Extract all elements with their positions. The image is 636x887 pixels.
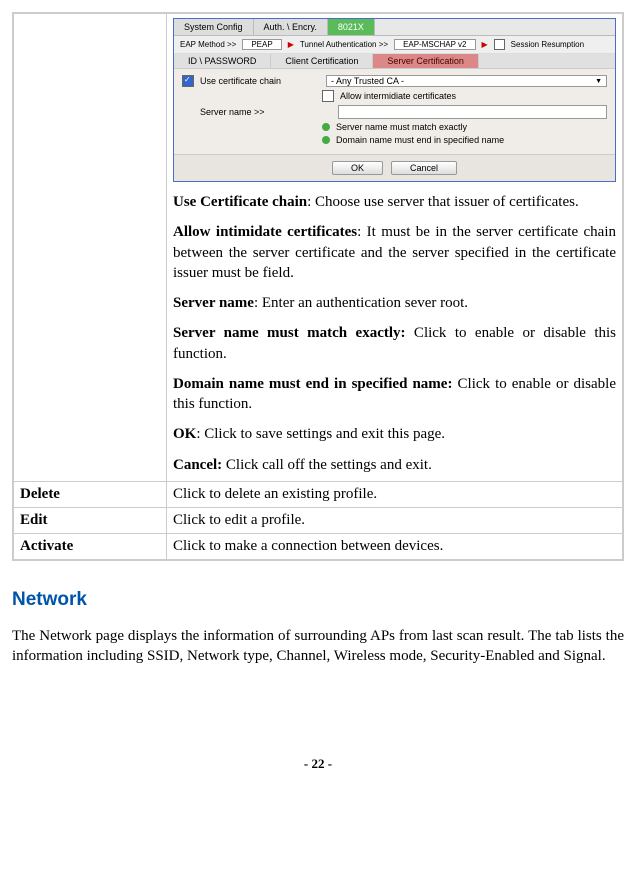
edit-desc: Click to edit a profile. [167,507,624,533]
subtab-client-cert[interactable]: Client Certification [271,54,373,68]
radio-dot-icon[interactable] [322,123,330,131]
server-name-match-label: Server name must match exactly [336,122,467,132]
delete-desc: Click to delete an existing profile. [167,481,624,507]
server-name-input[interactable] [338,105,607,119]
network-body: The Network page displays the informatio… [12,626,624,667]
desc-server-name: Server name: Enter an authentication sev… [173,293,616,313]
activate-label: Activate [13,533,167,560]
sub-tab-bar: ID \ PASSWORD Client Certification Serve… [174,54,615,69]
page-number: - 22 - [12,756,624,772]
use-cert-chain-checkbox[interactable] [182,75,194,87]
allow-intermediate-checkbox[interactable] [322,90,334,102]
trusted-ca-value: - Any Trusted CA - [331,76,404,86]
main-tab-bar: System Config Auth. \ Encry. 8021X [174,19,615,36]
config-screenshot: System Config Auth. \ Encry. 8021X EAP M… [173,18,616,182]
dialog-button-row: OK Cancel [174,154,615,181]
server-name-match-row: Server name must match exactly [322,122,607,132]
use-cert-chain-label: Use certificate chain [200,76,320,86]
table-row-edit: Edit Click to edit a profile. [13,507,623,533]
desc-domain-name-end: Domain name must end in specified name: … [173,374,616,415]
dropdown-arrow-icon: ▼ [595,78,602,85]
session-resumption-label: Session Resumption [511,40,584,49]
server-name-row: Server name >> [182,105,607,119]
eap-method-row: EAP Method >> PEAP ▶ Tunnel Authenticati… [174,36,615,54]
tab-auth-encry[interactable]: Auth. \ Encry. [254,19,328,35]
eap-method-dropdown[interactable]: PEAP [242,39,281,50]
arrow-icon: ▶ [288,40,294,49]
session-resumption-checkbox[interactable] [494,39,505,50]
radio-dot-icon[interactable] [322,136,330,144]
desc-server-name-match: Server name must match exactly: Click to… [173,323,616,364]
domain-name-end-label: Domain name must end in specified name [336,135,504,145]
trusted-ca-dropdown[interactable]: - Any Trusted CA - ▼ [326,75,607,87]
subtab-server-cert[interactable]: Server Certification [373,54,479,68]
settings-table: System Config Auth. \ Encry. 8021X EAP M… [12,12,624,561]
allow-intermediate-row: Allow intermidiate certificates [322,90,607,102]
subtab-id-password[interactable]: ID \ PASSWORD [174,54,271,68]
form-area: Use certificate chain - Any Trusted CA -… [174,69,615,154]
network-heading: Network [12,589,624,611]
desc-ok: OK: Click to save settings and exit this… [173,424,616,444]
tunnel-auth-label: Tunnel Authentication >> [300,40,388,49]
tab-8021x[interactable]: 8021X [328,19,375,35]
server-name-label: Server name >> [182,107,332,117]
cancel-button[interactable]: Cancel [391,161,457,175]
domain-name-end-row: Domain name must end in specified name [322,135,607,145]
desc-allow-intimidate: Allow intimidate certificates: It must b… [173,222,616,283]
ok-button[interactable]: OK [332,161,383,175]
activate-desc: Click to make a connection between devic… [167,533,624,560]
use-cert-chain-row: Use certificate chain - Any Trusted CA -… [182,75,607,87]
eap-method-label: EAP Method >> [180,40,236,49]
desc-cancel: Cancel: Click call off the settings and … [173,455,616,475]
tunnel-auth-dropdown[interactable]: EAP-MSCHAP v2 [394,39,475,50]
desc-use-cert-chain: Use Certificate chain: Choose use server… [173,192,616,212]
empty-left-cell [13,13,167,481]
table-row-delete: Delete Click to delete an existing profi… [13,481,623,507]
edit-label: Edit [13,507,167,533]
main-description-cell: System Config Auth. \ Encry. 8021X EAP M… [167,13,624,481]
table-row-activate: Activate Click to make a connection betw… [13,533,623,560]
tab-system-config[interactable]: System Config [174,19,254,35]
delete-label: Delete [13,481,167,507]
arrow-icon: ▶ [482,40,488,49]
allow-intermediate-label: Allow intermidiate certificates [340,91,456,101]
